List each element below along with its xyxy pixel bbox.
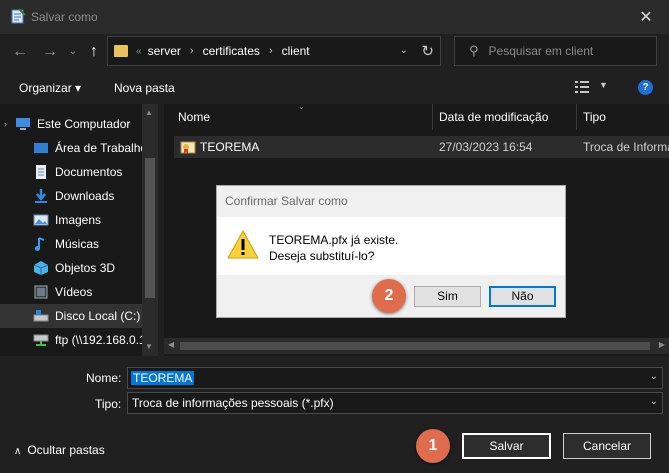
- organize-menu-button[interactable]: Organizar ▾: [19, 81, 81, 95]
- column-header-type[interactable]: Tipo: [583, 104, 606, 130]
- notepad-icon: [11, 8, 26, 24]
- filename-dropdown-icon[interactable]: ⌄: [650, 371, 658, 382]
- filetype-label: Tipo:: [95, 397, 122, 411]
- search-icon: ⚲: [469, 43, 479, 58]
- up-arrow-icon[interactable]: ↑: [85, 42, 103, 62]
- forward-arrow-icon[interactable]: →: [40, 42, 60, 62]
- sidebar-item-local-disk[interactable]: Disco Local (C:): [0, 304, 142, 328]
- dialog-message-line2: Deseja substituí-lo?: [269, 249, 375, 263]
- search-box[interactable]: ⚲ Pesquisar em client: [454, 36, 657, 66]
- refresh-icon[interactable]: ↻: [421, 42, 434, 60]
- recent-locations-chevron-icon[interactable]: ⌄: [66, 42, 80, 62]
- save-button[interactable]: Salvar: [462, 433, 551, 459]
- hide-folders-toggle[interactable]: ∧ Ocultar pastas: [14, 443, 105, 457]
- scroll-down-icon[interactable]: ▼: [145, 342, 153, 351]
- title-bar: Salvar como ✕: [0, 0, 669, 34]
- file-row[interactable]: TEOREMA 27/03/2023 16:54 Troca de Inform…: [174, 136, 669, 158]
- search-placeholder: Pesquisar em client: [488, 44, 594, 58]
- scroll-left-icon[interactable]: ◀: [168, 340, 174, 349]
- drive-icon: [33, 310, 49, 322]
- address-bar[interactable]: « server › certificates › client ⌄ ↻: [107, 36, 441, 66]
- navigation-pane: › Este Computador Área de Trabalho Docum…: [0, 104, 158, 356]
- no-button[interactable]: Não: [489, 286, 556, 307]
- horizontal-scroll-thumb[interactable]: [180, 342, 650, 350]
- file-list-horizontal-scrollbar[interactable]: ◀ ▶: [164, 338, 669, 354]
- sidebar-item-this-pc[interactable]: › Este Computador: [0, 112, 142, 136]
- sidebar-scroll-thumb[interactable]: [145, 158, 155, 298]
- help-icon[interactable]: ?: [638, 80, 653, 95]
- column-divider[interactable]: [432, 104, 433, 130]
- column-header-date[interactable]: Data de modificação: [439, 104, 548, 130]
- back-arrow-icon[interactable]: ←: [10, 42, 30, 62]
- close-button[interactable]: ✕: [623, 0, 669, 34]
- folder-icon: [114, 45, 128, 57]
- dialog-body: TEOREMA.pfx já existe. Deseja substituí-…: [217, 217, 565, 275]
- videos-icon: [34, 285, 48, 299]
- downloads-icon: [35, 189, 47, 203]
- desktop-icon: [34, 143, 48, 153]
- new-folder-button[interactable]: Nova pasta: [114, 81, 175, 95]
- sidebar-item-videos[interactable]: Vídeos: [0, 280, 142, 304]
- filename-input[interactable]: TEOREMA ⌄: [127, 367, 663, 389]
- sort-indicator-icon: ⌄: [298, 102, 305, 111]
- breadcrumb-separator-icon: ›: [268, 45, 273, 57]
- view-options-icon[interactable]: [575, 81, 589, 93]
- music-icon: [35, 237, 45, 251]
- command-toolbar: Organizar ▾ Nova pasta: [0, 72, 669, 104]
- breadcrumb-client[interactable]: client: [282, 44, 310, 58]
- breadcrumb-separator-icon: ›: [189, 45, 194, 57]
- breadcrumb-server[interactable]: server: [148, 44, 181, 58]
- certificate-file-icon: [180, 141, 196, 154]
- filename-label: Nome:: [86, 371, 122, 385]
- sidebar-item-documents[interactable]: Documentos: [0, 160, 142, 184]
- file-type: Troca de Informa: [583, 140, 669, 154]
- breadcrumb-certificates[interactable]: certificates: [203, 44, 260, 58]
- yes-button[interactable]: Sim: [414, 286, 481, 307]
- file-name: TEOREMA: [200, 140, 260, 154]
- breadcrumb-overflow-icon[interactable]: «: [136, 46, 142, 57]
- view-dropdown-icon[interactable]: ▼: [599, 80, 608, 90]
- dialog-title: Confirmar Salvar como: [225, 194, 348, 208]
- network-drive-icon: [33, 334, 49, 346]
- step-badge-1: 1: [416, 429, 450, 463]
- window-title: Salvar como: [31, 10, 98, 24]
- sidebar-item-pictures[interactable]: Imagens: [0, 208, 142, 232]
- filename-value: TEOREMA: [131, 371, 195, 385]
- cancel-button[interactable]: Cancelar: [563, 433, 651, 459]
- sidebar-scrollbar[interactable]: ▲ ▼: [142, 104, 158, 356]
- column-divider[interactable]: [576, 104, 577, 130]
- filetype-dropdown-icon[interactable]: ⌄: [650, 396, 658, 407]
- expand-chevron-icon[interactable]: ›: [4, 119, 7, 129]
- sidebar-item-ftp-drive[interactable]: ftp (\\192.168.0.1: [0, 328, 142, 352]
- documents-icon: [36, 165, 46, 179]
- scroll-up-icon[interactable]: ▲: [145, 108, 153, 117]
- objects-3d-icon: [33, 261, 49, 275]
- computer-icon: [16, 118, 30, 130]
- column-header-name[interactable]: Nome: [178, 104, 210, 130]
- sidebar-item-downloads[interactable]: Downloads: [0, 184, 142, 208]
- file-date: 27/03/2023 16:54: [439, 140, 533, 154]
- filetype-value: Troca de informações pessoais (*.pfx): [132, 396, 334, 410]
- sidebar-item-desktop[interactable]: Área de Trabalho: [0, 136, 142, 160]
- dialog-message-line1: TEOREMA.pfx já existe.: [269, 233, 399, 247]
- chevron-up-icon: ∧: [14, 446, 22, 457]
- step-badge-2: 2: [372, 279, 406, 313]
- warning-icon: [227, 229, 259, 259]
- sidebar-item-3d-objects[interactable]: Objetos 3D: [0, 256, 142, 280]
- scroll-right-icon[interactable]: ▶: [659, 340, 665, 349]
- sidebar-item-music[interactable]: Músicas: [0, 232, 142, 256]
- pictures-icon: [33, 214, 49, 226]
- address-dropdown-icon[interactable]: ⌄: [400, 45, 408, 56]
- filetype-select[interactable]: Troca de informações pessoais (*.pfx) ⌄: [127, 392, 663, 414]
